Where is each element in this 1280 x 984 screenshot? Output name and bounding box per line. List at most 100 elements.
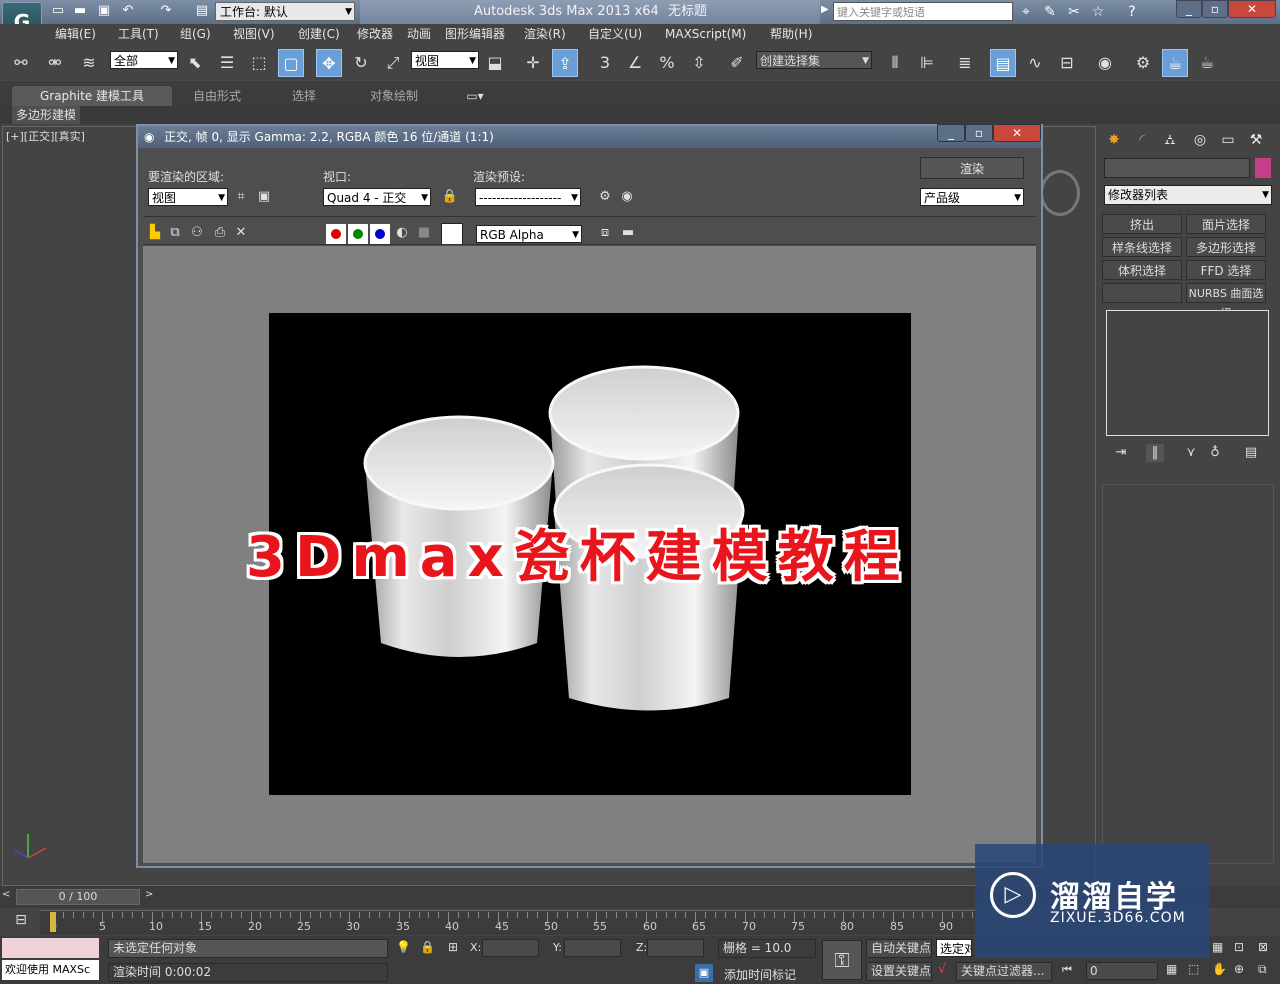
project-folder-icon[interactable]: ▤ <box>194 3 210 19</box>
patch-select-button[interactable]: 面片选择 <box>1186 214 1266 234</box>
object-color-swatch[interactable] <box>1255 158 1271 178</box>
z-coord-input[interactable] <box>647 939 704 957</box>
snaps-toggle-icon[interactable]: 3 <box>592 49 618 77</box>
percent-snap-icon[interactable]: % <box>654 49 680 77</box>
go-to-start-icon[interactable]: ⏮ <box>1062 963 1072 977</box>
y-coord-input[interactable] <box>564 939 621 957</box>
pin-stack-icon[interactable]: ⇥ <box>1112 444 1130 462</box>
next-frame-arrow-icon[interactable]: > <box>145 889 153 900</box>
select-by-name-icon[interactable]: ☰ <box>214 49 240 77</box>
selected-filter-dropdown[interactable]: 选定对 <box>936 939 972 957</box>
ribbon-options-icon[interactable]: ▭▾ <box>460 86 490 106</box>
zoom-all-icon[interactable]: ⊡ <box>1234 940 1244 954</box>
rect-selection-region-icon[interactable]: ⬚ <box>246 49 272 77</box>
extrude-button[interactable]: 挤出 <box>1102 214 1182 234</box>
render-setup-icon[interactable]: ⚙ <box>1130 49 1156 77</box>
unlink-icon[interactable]: ⚮ <box>42 49 68 77</box>
pan-view-icon[interactable]: ✋ <box>1212 962 1227 976</box>
auto-key-button[interactable]: 自动关键点 <box>866 939 932 958</box>
menu-modifiers[interactable]: 修改器 <box>357 24 393 44</box>
alpha-channel-icon[interactable]: ◐ <box>393 224 411 242</box>
menu-graph-editors[interactable]: 图形编辑器 <box>445 24 505 44</box>
isolate-selection-icon[interactable]: 💡 <box>396 940 411 954</box>
show-end-result-icon[interactable]: ‖ <box>1146 444 1164 462</box>
bind-spacewarp-icon[interactable]: ≋ <box>76 49 102 77</box>
new-file-icon[interactable]: ▭ <box>50 3 66 19</box>
display-tab-icon[interactable]: ▭ <box>1216 129 1240 151</box>
selection-filter-dropdown[interactable]: 全部 ▼ <box>110 51 178 69</box>
toggle-ui-overlays-icon[interactable]: ⧈ <box>596 224 614 242</box>
edit-region-icon[interactable]: ⌗ <box>232 188 250 206</box>
mirror-icon[interactable]: ⫴ <box>882 49 908 77</box>
time-tag-icon[interactable]: ▣ <box>695 964 713 982</box>
clear-image-icon[interactable]: ✕ <box>232 224 250 242</box>
render-quality-dropdown[interactable]: 产品级 ▼ <box>920 188 1024 206</box>
toggle-ui-icon[interactable]: ▬ <box>619 224 637 242</box>
configure-modifier-sets-icon[interactable]: ▤ <box>1242 444 1260 462</box>
nurbs-surface-select-button[interactable]: NURBS 曲面选择 <box>1186 283 1266 320</box>
polygon-modeling-panel[interactable]: 多边形建模 <box>12 106 81 124</box>
selection-lock-icon[interactable]: 🔒 <box>420 940 435 954</box>
x-coord-input[interactable] <box>482 939 539 957</box>
absolute-mode-icon[interactable]: ⊞ <box>448 940 458 954</box>
select-object-icon[interactable]: ⬉ <box>182 49 208 77</box>
menu-help[interactable]: 帮助(H) <box>770 24 812 44</box>
close-button[interactable]: ✕ <box>1228 0 1276 18</box>
align-icon[interactable]: ⊫ <box>914 49 940 77</box>
key-filters-button[interactable]: 关键点过滤器... <box>956 962 1052 981</box>
redo-icon[interactable]: ↷ <box>158 3 174 19</box>
save-file-icon[interactable]: ▣ <box>96 3 112 19</box>
tab-object-paint[interactable]: 对象绘制 <box>352 86 436 106</box>
spinner-snap-icon[interactable]: ⇳ <box>686 49 712 77</box>
spline-select-button[interactable]: 样条线选择 <box>1102 237 1182 257</box>
orbit-icon[interactable]: ⊕ <box>1234 962 1244 976</box>
select-move-icon[interactable]: ✥ <box>316 49 342 77</box>
search-input[interactable]: 键入关键字或短语 <box>833 2 1013 21</box>
material-editor-icon[interactable]: ◉ <box>1092 49 1118 77</box>
help-icon[interactable]: ? <box>1123 3 1141 21</box>
modifier-list-dropdown[interactable]: 修改器列表 ▼ <box>1104 185 1272 205</box>
menu-tools[interactable]: 工具(T) <box>118 24 159 44</box>
current-frame-marker[interactable] <box>50 912 56 932</box>
current-frame-input[interactable]: 0 <box>1086 962 1158 980</box>
undo-icon[interactable]: ↶ <box>120 3 136 19</box>
blue-channel-toggle[interactable] <box>370 224 390 244</box>
binoculars-icon[interactable]: ⌖ <box>1017 3 1035 21</box>
render-window-minimize-button[interactable]: _ <box>937 124 965 142</box>
object-name-field[interactable] <box>1104 158 1250 178</box>
maximize-button[interactable]: ▫ <box>1202 0 1228 18</box>
workspace-dropdown[interactable]: 工作台: 默认 ▼ <box>215 2 355 21</box>
select-manipulate-icon[interactable]: ✛ <box>520 49 546 77</box>
zoom-icon[interactable]: ▦ <box>1212 940 1223 954</box>
window-crossing-icon[interactable]: ▢ <box>278 49 304 77</box>
make-unique-icon[interactable]: ⋎ <box>1182 444 1200 462</box>
track-bar-toggle-icon[interactable]: ⊟ <box>10 912 32 932</box>
motion-tab-icon[interactable]: ◎ <box>1188 129 1212 151</box>
menu-maxscript[interactable]: MAXScript(M) <box>665 24 746 44</box>
pivot-center-icon[interactable]: ⬓ <box>482 49 508 77</box>
monochrome-icon[interactable]: ■ <box>415 224 433 242</box>
zoom-extents-icon[interactable]: ⬚ <box>1188 962 1199 976</box>
time-slider[interactable]: 0 / 100 <box>16 889 140 905</box>
render-area-dropdown[interactable]: 视图 ▼ <box>148 188 228 206</box>
menu-rendering[interactable]: 渲染(R) <box>524 24 566 44</box>
render-preset-dropdown[interactable]: ------------------- ▼ <box>475 188 581 206</box>
empty-modifier-button[interactable] <box>1102 283 1182 303</box>
named-selection-dropdown[interactable]: 创建选择集 ▼ <box>756 51 872 69</box>
menu-edit[interactable]: 编辑(E) <box>55 24 96 44</box>
curve-editor-icon[interactable]: ∿ <box>1022 49 1048 77</box>
angle-snap-icon[interactable]: ∠ <box>622 49 648 77</box>
add-time-tag-text[interactable]: 添加时间标记 <box>724 966 796 983</box>
scene-explorer-icon[interactable]: ▤ <box>990 49 1016 77</box>
save-image-icon[interactable]: ▙ <box>146 224 164 242</box>
ref-coord-dropdown[interactable]: 视图 ▼ <box>411 51 479 69</box>
select-rotate-icon[interactable]: ↻ <box>348 49 374 77</box>
environment-effects-icon[interactable]: ◉ <box>618 188 636 206</box>
utilities-tab-icon[interactable]: ⚒ <box>1244 129 1268 151</box>
remove-modifier-icon[interactable]: ♁ <box>1206 444 1224 462</box>
communication-icon[interactable]: ✂ <box>1065 3 1083 21</box>
prev-frame-arrow-icon[interactable]: < <box>2 889 10 900</box>
zoom-region-icon[interactable]: ⊠ <box>1258 940 1268 954</box>
menu-customize[interactable]: 自定义(U) <box>588 24 642 44</box>
green-channel-toggle[interactable] <box>348 224 368 244</box>
